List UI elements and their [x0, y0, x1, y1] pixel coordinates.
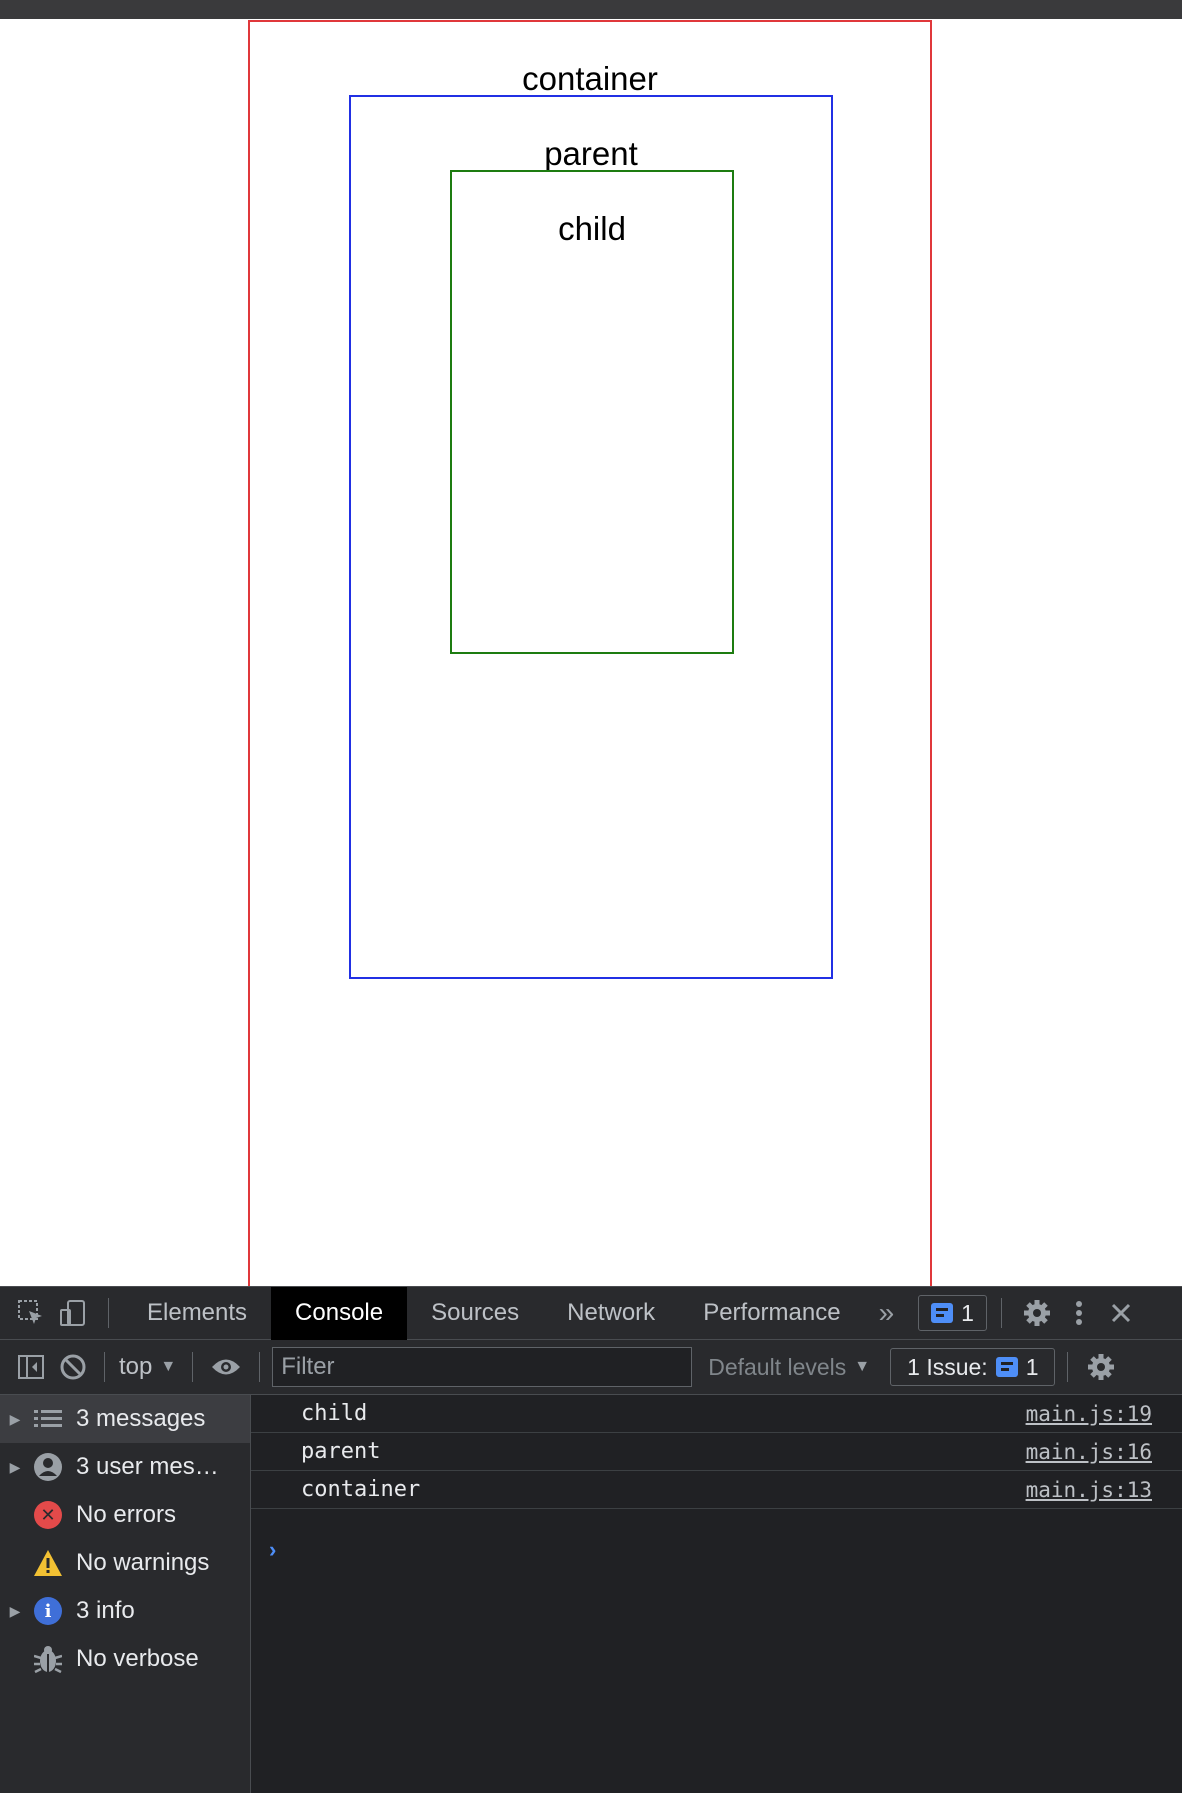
tab-console[interactable]: Console: [271, 1286, 408, 1340]
console-sidebar: ▶ 3 messages ▶ 3 user mes… ✕ No errors N…: [0, 1395, 251, 1793]
console-message-source-link[interactable]: main.js:13: [1026, 1478, 1152, 1502]
console-message-row: child main.js:19: [251, 1395, 1182, 1433]
devtools-tabbar: Elements Console Sources Network Perform…: [0, 1286, 1182, 1340]
list-icon: [30, 1401, 66, 1437]
log-levels-dropdown[interactable]: Default levels ▼: [708, 1354, 870, 1381]
sidebar-item-label: 3 messages: [76, 1405, 206, 1432]
expand-arrow-icon[interactable]: ▶: [0, 1459, 30, 1476]
warning-icon: [30, 1545, 66, 1581]
caret-down-icon: ▼: [160, 1358, 177, 1375]
console-filterbar: top ▼ Default levels ▼ 1 Issue: 1: [0, 1340, 1182, 1395]
sidebar-item-verbose[interactable]: No verbose: [0, 1635, 250, 1683]
console-message-row: container main.js:13: [251, 1471, 1182, 1509]
issues-badge-count: 1: [961, 1299, 974, 1326]
browser-top-strip: [0, 0, 1182, 19]
sidebar-item-warnings[interactable]: No warnings: [0, 1539, 250, 1587]
toolbar-separator: [259, 1352, 261, 1382]
sidebar-item-label: No errors: [76, 1501, 177, 1528]
more-tabs-button[interactable]: »: [865, 1287, 909, 1340]
container-box[interactable]: container parent child: [248, 20, 932, 1286]
issue-message-icon: [931, 1303, 954, 1323]
inspect-element-icon[interactable]: [10, 1287, 52, 1340]
sidebar-item-messages[interactable]: ▶ 3 messages: [0, 1395, 250, 1443]
context-selector[interactable]: top ▼: [115, 1353, 180, 1381]
tab-elements[interactable]: Elements: [123, 1287, 271, 1340]
tab-network[interactable]: Network: [543, 1287, 679, 1340]
eye-icon[interactable]: [205, 1341, 247, 1394]
issues-label: 1 Issue:: [907, 1353, 988, 1380]
caret-down-icon: ▼: [854, 1358, 871, 1375]
page-viewport: container parent child: [0, 0, 1182, 1286]
console-message-text: child: [301, 1401, 368, 1426]
log-levels-label: Default levels: [708, 1353, 847, 1380]
child-box[interactable]: child: [450, 170, 734, 654]
parent-label: parent: [544, 135, 638, 172]
console-message-text: container: [301, 1477, 421, 1502]
sidebar-item-label: No warnings: [76, 1549, 210, 1576]
toolbar-separator: [1000, 1298, 1002, 1328]
issues-count: 1: [1025, 1353, 1039, 1380]
sidebar-item-label: 3 info: [76, 1597, 135, 1624]
toolbar-separator: [1067, 1352, 1069, 1382]
console-output: child main.js:19 parent main.js:16 conta…: [251, 1395, 1182, 1793]
context-selector-value: top: [119, 1353, 153, 1380]
issues-button[interactable]: 1 Issue: 1: [890, 1348, 1056, 1386]
issues-counter-button[interactable]: 1: [918, 1295, 987, 1331]
sidebar-item-info[interactable]: ▶ i 3 info: [0, 1587, 250, 1635]
parent-box[interactable]: parent child: [349, 95, 833, 979]
info-icon: i: [30, 1593, 66, 1629]
sidebar-item-label: 3 user mes…: [76, 1453, 219, 1480]
sidebar-item-label: No verbose: [76, 1645, 199, 1672]
container-label: container: [522, 60, 658, 97]
sidebar-toggle-icon[interactable]: [10, 1341, 52, 1394]
close-icon[interactable]: [1100, 1287, 1142, 1340]
kebab-menu-icon[interactable]: [1058, 1287, 1100, 1340]
clear-console-icon[interactable]: [52, 1341, 94, 1394]
console-settings-gear-icon[interactable]: [1080, 1341, 1122, 1394]
expand-arrow-icon[interactable]: ▶: [0, 1603, 30, 1620]
bug-icon: [30, 1641, 66, 1677]
toolbar-separator: [108, 1298, 109, 1328]
sidebar-item-errors[interactable]: ✕ No errors: [0, 1491, 250, 1539]
tab-sources[interactable]: Sources: [407, 1287, 543, 1340]
device-toolbar-icon[interactable]: [52, 1287, 94, 1340]
gear-icon[interactable]: [1016, 1287, 1058, 1340]
devtools-panel: Elements Console Sources Network Perform…: [0, 1286, 1182, 1793]
issue-message-icon: [995, 1357, 1018, 1377]
sidebar-item-user-messages[interactable]: ▶ 3 user mes…: [0, 1443, 250, 1491]
toolbar-separator: [192, 1352, 194, 1382]
console-message-row: parent main.js:16: [251, 1433, 1182, 1471]
console-message-text: parent: [301, 1439, 381, 1464]
error-icon: ✕: [30, 1497, 66, 1533]
console-prompt-icon[interactable]: ›: [269, 1537, 276, 1563]
console-message-source-link[interactable]: main.js:16: [1026, 1440, 1152, 1464]
toolbar-separator: [104, 1352, 105, 1382]
child-label: child: [558, 210, 626, 247]
user-icon: [30, 1449, 66, 1485]
expand-arrow-icon[interactable]: ▶: [0, 1411, 30, 1428]
console-message-source-link[interactable]: main.js:19: [1026, 1402, 1152, 1426]
filter-input[interactable]: [272, 1347, 693, 1387]
tab-performance[interactable]: Performance: [679, 1287, 864, 1340]
